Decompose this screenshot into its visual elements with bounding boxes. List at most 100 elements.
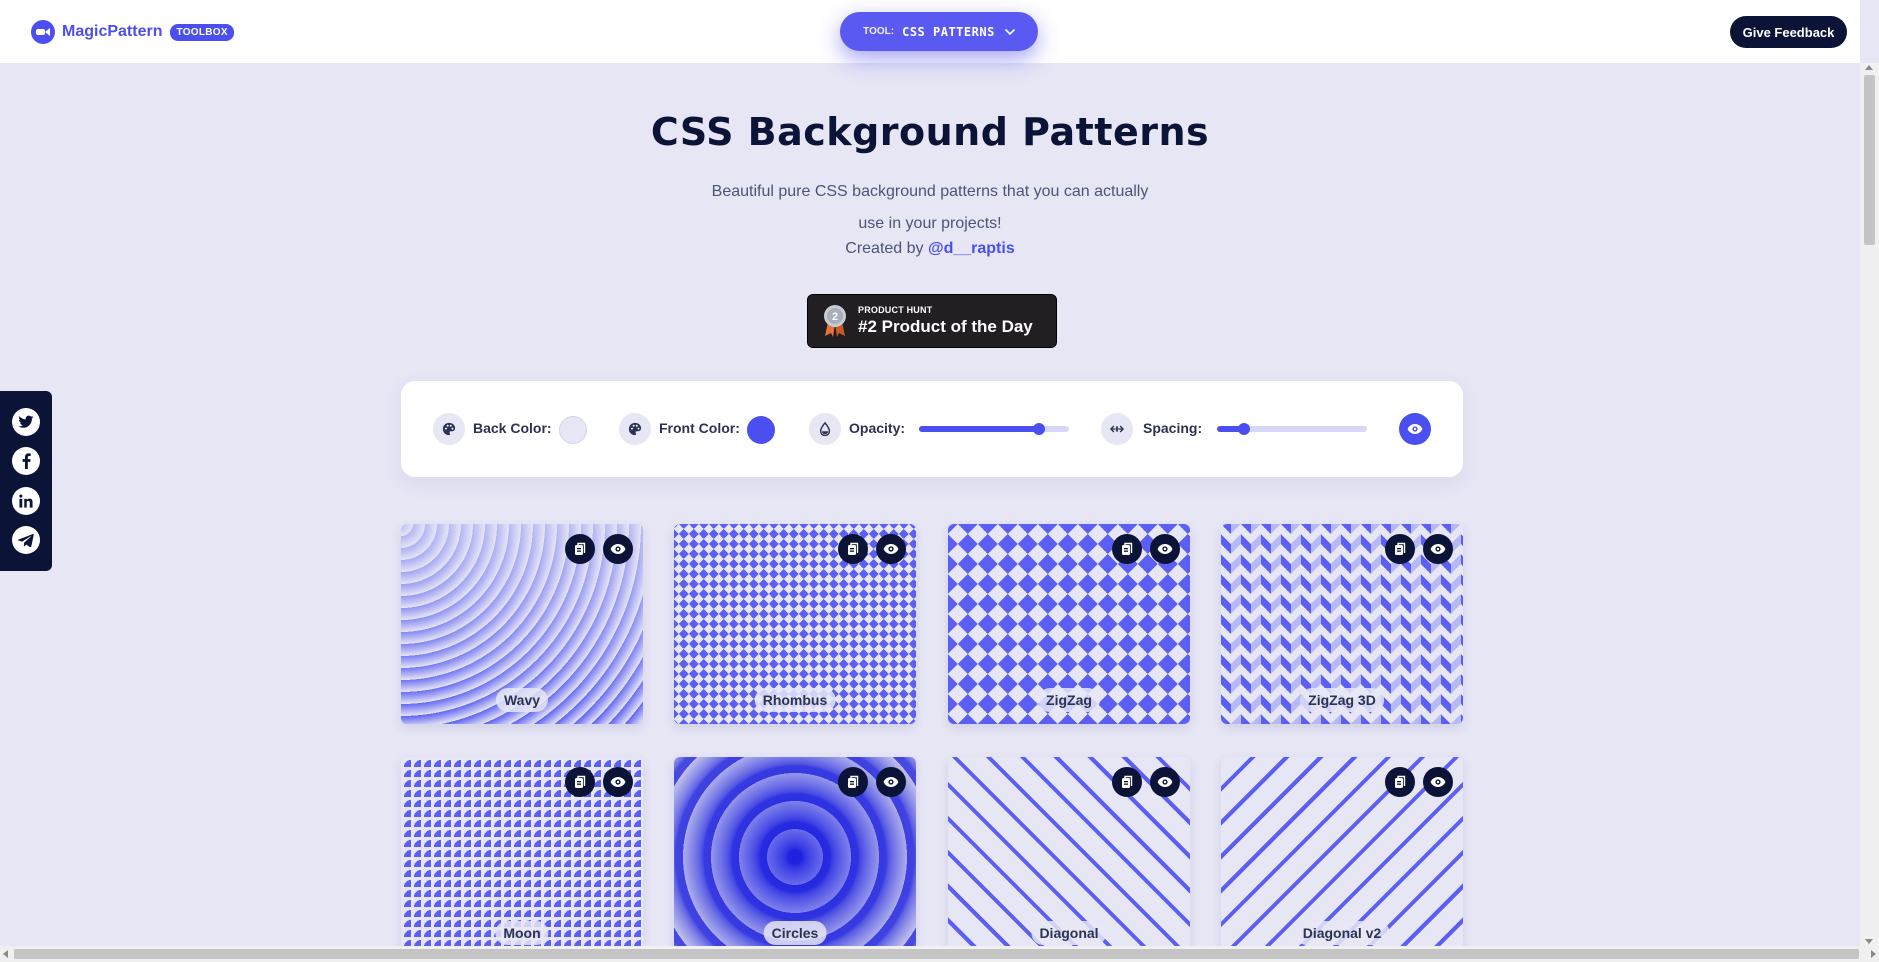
- copy-icon: [847, 775, 859, 789]
- preview-toggle-button[interactable]: [1399, 413, 1431, 445]
- spacing-slider-handle[interactable]: [1238, 423, 1250, 435]
- scroll-left-arrow-icon[interactable]: [3, 950, 8, 958]
- preview-pattern-button[interactable]: [1423, 534, 1453, 564]
- eye-icon: [1157, 776, 1173, 788]
- vertical-scrollbar-thumb[interactable]: [1864, 75, 1875, 245]
- pattern-name: ZigZag: [1038, 688, 1100, 712]
- palette-icon: [433, 413, 465, 445]
- copy-css-button[interactable]: [1385, 534, 1415, 564]
- top-navbar: MagicPattern TOOLBOX TOOL: CSS PATTERNS …: [0, 0, 1860, 63]
- copy-icon: [1394, 542, 1406, 556]
- back-color-picker[interactable]: [559, 416, 587, 444]
- credit-prefix: Created by: [845, 240, 928, 257]
- eye-icon: [1430, 543, 1446, 555]
- pattern-card[interactable]: Rhombus: [674, 524, 916, 724]
- chevron-down-icon: [1005, 28, 1015, 35]
- eye-icon: [610, 543, 626, 555]
- eye-icon: [1157, 543, 1173, 555]
- brand-logo[interactable]: MagicPattern TOOLBOX: [31, 20, 234, 44]
- spacing-label: Spacing:: [1143, 420, 1203, 436]
- opacity-drop-icon: [809, 413, 841, 445]
- preview-pattern-button[interactable]: [876, 767, 906, 797]
- page-title: CSS Background Patterns: [650, 110, 1210, 154]
- vertical-scrollbar[interactable]: [1860, 63, 1879, 946]
- copy-css-button[interactable]: [838, 767, 868, 797]
- pattern-card[interactable]: Wavy: [401, 524, 643, 724]
- spacing-arrows-icon: [1101, 413, 1133, 445]
- opacity-slider[interactable]: [919, 423, 1069, 435]
- scroll-up-arrow-icon[interactable]: [1865, 65, 1873, 70]
- tool-selected-value: CSS PATTERNS: [902, 24, 995, 39]
- card-actions: [565, 767, 633, 797]
- twitter-icon[interactable]: [12, 408, 40, 437]
- opacity-slider-fill: [919, 426, 1039, 432]
- pattern-card[interactable]: ZigZag 3D: [1221, 524, 1463, 724]
- telegram-icon[interactable]: [12, 525, 40, 554]
- pattern-card[interactable]: Circles: [674, 757, 916, 957]
- front-color-picker[interactable]: [747, 416, 775, 444]
- pattern-name: Rhombus: [754, 688, 836, 712]
- brand-name: MagicPattern: [62, 23, 163, 40]
- preview-pattern-button[interactable]: [603, 767, 633, 797]
- palette-icon: [619, 413, 651, 445]
- toolbox-badge: TOOLBOX: [170, 23, 234, 41]
- linkedin-icon[interactable]: [12, 486, 40, 515]
- horizontal-scrollbar-thumb[interactable]: [14, 949, 1859, 959]
- pattern-card[interactable]: Moon: [401, 757, 643, 957]
- preview-pattern-button[interactable]: [603, 534, 633, 564]
- give-feedback-button[interactable]: Give Feedback: [1730, 16, 1847, 48]
- card-actions: [1385, 534, 1453, 564]
- preview-pattern-button[interactable]: [1423, 767, 1453, 797]
- product-hunt-text: PRODUCT HUNT #2 Product of the Day: [858, 305, 1033, 337]
- medal-rank: 2: [832, 311, 838, 323]
- preview-pattern-button[interactable]: [876, 534, 906, 564]
- eye-icon: [883, 776, 899, 788]
- pattern-card[interactable]: Diagonal: [948, 757, 1190, 957]
- eye-icon: [610, 776, 626, 788]
- eye-icon: [883, 543, 899, 555]
- copy-icon: [847, 542, 859, 556]
- scroll-down-arrow-icon[interactable]: [1865, 939, 1873, 944]
- copy-css-button[interactable]: [1112, 767, 1142, 797]
- social-share-sidebar: [0, 391, 52, 571]
- pattern-card[interactable]: ZigZag: [948, 524, 1190, 724]
- eye-icon: [1407, 423, 1423, 435]
- pattern-card[interactable]: Diagonal v2: [1221, 757, 1463, 957]
- author-credit: Created by @d__raptis: [0, 240, 1860, 258]
- pattern-name: Moon: [495, 921, 549, 945]
- copy-css-button[interactable]: [838, 534, 868, 564]
- page-subtitle: Beautiful pure CSS background patterns t…: [0, 176, 1860, 240]
- product-hunt-badge[interactable]: 2 PRODUCT HUNT #2 Product of the Day: [807, 294, 1057, 348]
- card-actions: [838, 767, 906, 797]
- horizontal-scrollbar[interactable]: [0, 946, 1879, 962]
- preview-pattern-button[interactable]: [1150, 767, 1180, 797]
- subtitle-line-2: use in your projects!: [858, 215, 1002, 232]
- card-actions: [1112, 534, 1180, 564]
- card-actions: [1112, 767, 1180, 797]
- copy-css-button[interactable]: [1112, 534, 1142, 564]
- facebook-icon[interactable]: [12, 447, 40, 476]
- scroll-right-arrow-icon[interactable]: [1871, 950, 1876, 958]
- copy-icon: [574, 775, 586, 789]
- preview-pattern-button[interactable]: [1150, 534, 1180, 564]
- pattern-controls-panel: Back Color: Front Color: Opacity: Spacin…: [401, 381, 1463, 477]
- card-actions: [1385, 767, 1453, 797]
- front-color-label: Front Color:: [659, 420, 740, 436]
- copy-css-button[interactable]: [565, 767, 595, 797]
- copy-icon: [574, 542, 586, 556]
- pattern-name: Circles: [763, 921, 827, 945]
- card-actions: [565, 534, 633, 564]
- pattern-name: Wavy: [495, 688, 549, 712]
- subtitle-line-1: Beautiful pure CSS background patterns t…: [711, 183, 1149, 200]
- copy-css-button[interactable]: [565, 534, 595, 564]
- card-actions: [838, 534, 906, 564]
- product-hunt-label: PRODUCT HUNT: [858, 305, 933, 315]
- pattern-name: Diagonal v2: [1294, 921, 1390, 945]
- tool-selector-dropdown[interactable]: TOOL: CSS PATTERNS: [840, 12, 1038, 51]
- pattern-name: ZigZag 3D: [1300, 688, 1384, 712]
- author-link[interactable]: @d__raptis: [928, 240, 1015, 257]
- opacity-slider-handle[interactable]: [1033, 423, 1045, 435]
- copy-css-button[interactable]: [1385, 767, 1415, 797]
- spacing-slider[interactable]: [1217, 423, 1367, 435]
- eye-icon: [1430, 776, 1446, 788]
